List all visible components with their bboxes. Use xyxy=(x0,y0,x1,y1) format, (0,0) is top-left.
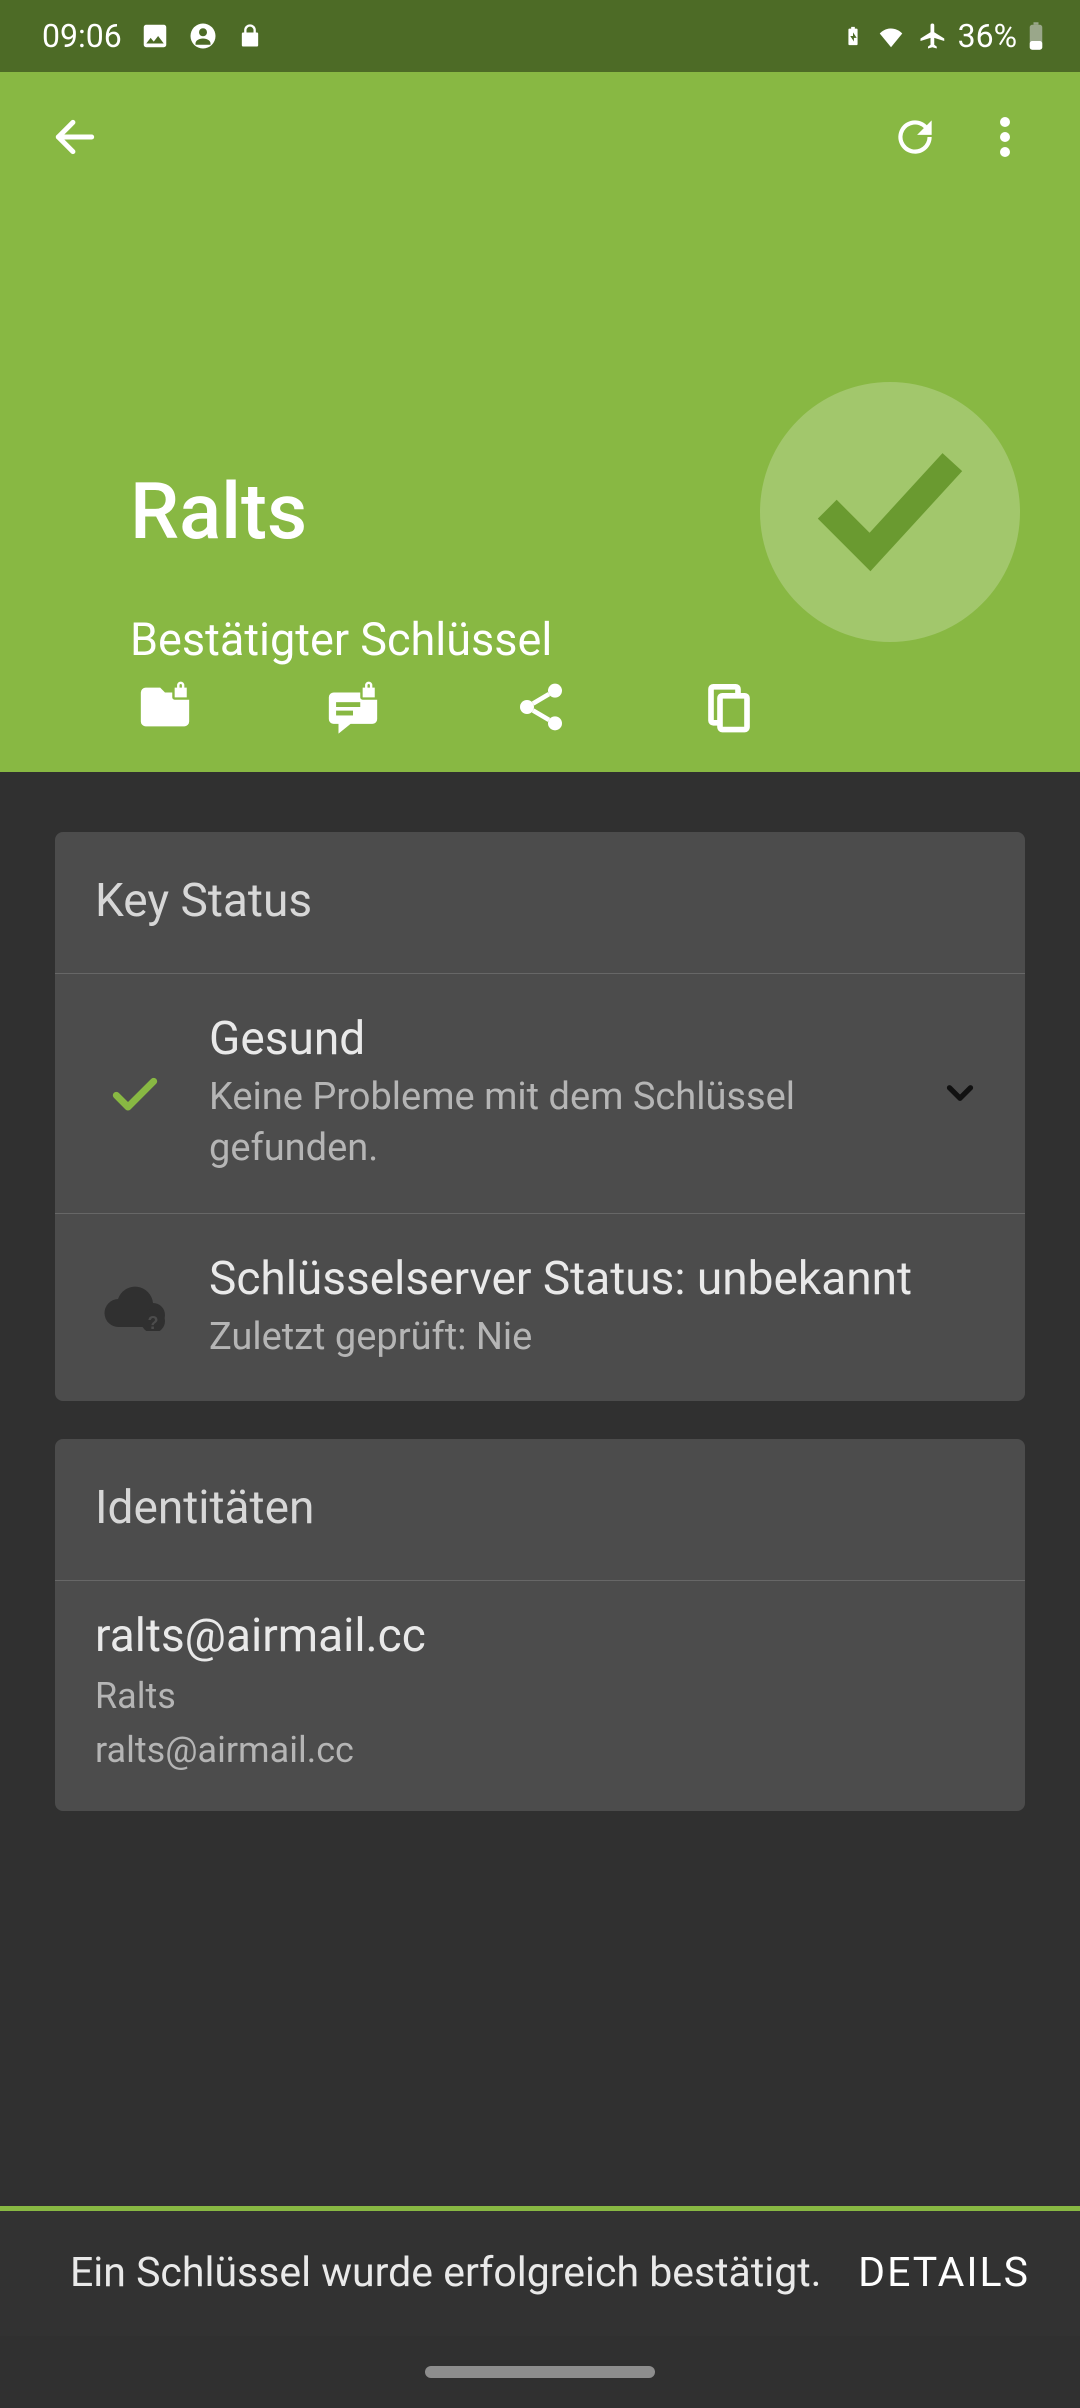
key-health-title: Gesund xyxy=(209,1012,915,1066)
cloud-unknown-icon: ? xyxy=(85,1283,185,1331)
encrypt-message-button[interactable] xyxy=(318,672,388,742)
airplane-icon xyxy=(918,21,948,51)
wifi-icon xyxy=(874,21,908,51)
keyserver-status-row[interactable]: ? Schlüsselserver Status: unbekannt Zule… xyxy=(55,1214,1025,1401)
header-actions xyxy=(130,672,764,742)
lock-icon xyxy=(236,21,264,51)
battery-saver-icon xyxy=(842,21,864,51)
back-button[interactable] xyxy=(30,92,120,182)
check-icon xyxy=(85,1065,185,1121)
app-header: Ralts Bestätigter Schlüssel xyxy=(0,72,1080,772)
header-content: Ralts Bestätigter Schlüssel xyxy=(130,467,552,666)
key-health-row[interactable]: Gesund Keine Probleme mit dem Schlüssel … xyxy=(55,974,1025,1214)
identity-primary: ralts@airmail.cc xyxy=(95,1609,985,1663)
identity-email: ralts@airmail.cc xyxy=(95,1723,985,1777)
identity-row[interactable]: ralts@airmail.cc Ralts ralts@airmail.cc xyxy=(55,1581,1025,1811)
content-area: Key Status Gesund Keine Probleme mit dem… xyxy=(0,772,1080,1811)
chevron-down-icon xyxy=(925,1072,995,1114)
snackbar: Ein Schlüssel wurde erfolgreich bestätig… xyxy=(0,2206,1080,2336)
key-status-subtitle: Bestätigter Schlüssel xyxy=(130,613,552,666)
identity-name: Ralts xyxy=(95,1669,985,1723)
svg-text:?: ? xyxy=(148,1313,159,1331)
status-left: 09:06 xyxy=(42,17,264,55)
snackbar-action-button[interactable]: DETAILS xyxy=(858,2249,1030,2297)
battery-icon xyxy=(1027,21,1045,51)
keyserver-status-subtitle: Zuletzt geprüft: Nie xyxy=(209,1312,985,1363)
android-navigation-bar xyxy=(0,2336,1080,2408)
overflow-menu-button[interactable] xyxy=(960,92,1050,182)
refresh-button[interactable] xyxy=(870,92,960,182)
key-status-card: Key Status Gesund Keine Probleme mit dem… xyxy=(55,832,1025,1401)
android-status-bar: 09:06 36% xyxy=(0,0,1080,72)
status-right: 36% xyxy=(842,17,1045,55)
battery-percent: 36% xyxy=(958,17,1017,55)
share-button[interactable] xyxy=(506,672,576,742)
image-icon xyxy=(140,21,170,51)
identities-header: Identitäten xyxy=(55,1439,1025,1581)
person-icon xyxy=(188,21,218,51)
verified-badge xyxy=(760,382,1020,642)
key-health-subtitle: Keine Probleme mit dem Schlüssel gefunde… xyxy=(209,1072,915,1175)
key-name-title: Ralts xyxy=(130,467,552,558)
home-gesture-pill[interactable] xyxy=(425,2366,655,2378)
keyserver-status-title: Schlüsselserver Status: unbekannt xyxy=(209,1252,985,1306)
identities-card: Identitäten ralts@airmail.cc Ralts ralts… xyxy=(55,1439,1025,1811)
encrypt-file-button[interactable] xyxy=(130,672,200,742)
key-status-header: Key Status xyxy=(55,832,1025,974)
copy-button[interactable] xyxy=(694,672,764,742)
status-time: 09:06 xyxy=(42,17,122,55)
toolbar xyxy=(0,72,1080,202)
snackbar-message: Ein Schlüssel wurde erfolgreich bestätig… xyxy=(70,2245,828,2302)
